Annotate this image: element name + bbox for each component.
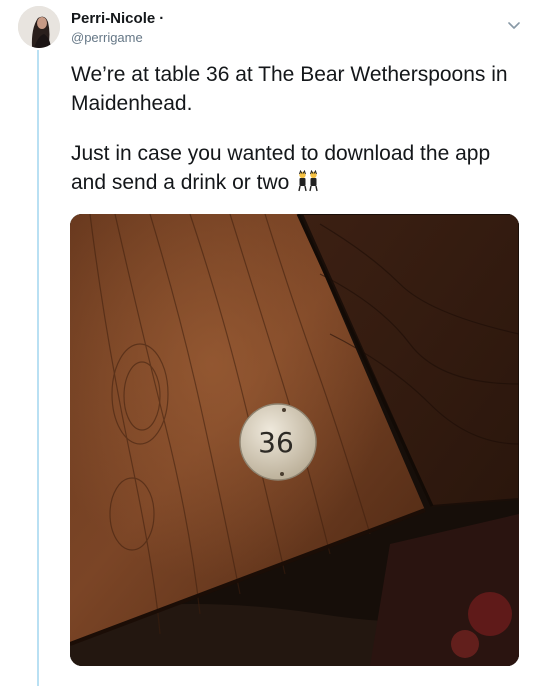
tweet-paragraph: Just in case you wanted to download the … <box>71 139 511 197</box>
tweet-paragraph: We’re at table 36 at The Bear Wetherspoo… <box>71 63 508 115</box>
tweet-text: We’re at table 36 at The Bear Wetherspoo… <box>71 60 511 218</box>
author-handle[interactable]: @perrigame <box>71 30 143 45</box>
avatar[interactable] <box>18 6 60 48</box>
two-women-dancing-icon <box>298 170 318 192</box>
avatar-image <box>18 6 60 48</box>
name-separator: · <box>159 10 165 27</box>
table-number-marker: 36 <box>239 403 317 481</box>
thread-connector-line <box>37 50 39 686</box>
table-photo-image: 36 <box>70 214 519 666</box>
chevron-down-icon[interactable] <box>506 20 522 32</box>
tweet-paragraph-text: Just in case you wanted to download the … <box>71 142 491 194</box>
tweet-photo[interactable]: 36 <box>70 214 519 666</box>
display-name-text[interactable]: Perri-Nicole <box>71 10 155 27</box>
author-display-name[interactable]: Perri-Nicole · <box>71 10 164 27</box>
table-number-text: 36 <box>258 426 294 459</box>
